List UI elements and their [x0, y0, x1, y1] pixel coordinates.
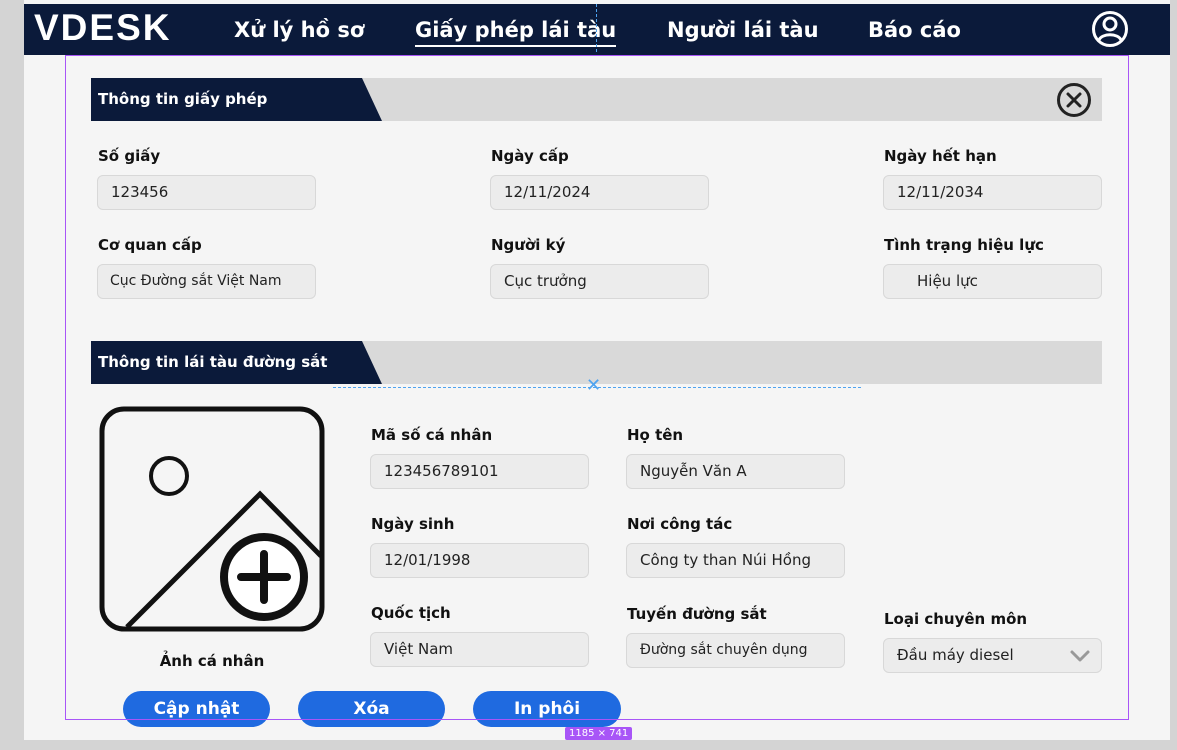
frame-size-badge: 1185 × 741: [565, 727, 633, 740]
quoc-tich-field[interactable]: Việt Nam: [370, 632, 589, 667]
print-button[interactable]: In phôi: [473, 691, 621, 727]
nav-item-giay-phep-lai-tau[interactable]: Giấy phép lái tàu: [415, 18, 617, 47]
ma-so-ca-nhan-label: Mã số cá nhân: [371, 426, 493, 444]
license-section-header: Thông tin giấy phép: [91, 78, 1102, 121]
co-quan-cap-field[interactable]: Cục Đường sắt Việt Nam: [97, 264, 316, 299]
nav-item-xu-ly-ho-so[interactable]: Xử lý hồ sơ: [234, 18, 364, 42]
design-guide-marker: ✕: [586, 375, 602, 396]
tinh-trang-hieu-luc-label: Tình trạng hiệu lực: [884, 236, 1044, 254]
nguoi-ky-field[interactable]: Cục trưởng: [490, 264, 709, 299]
ngay-sinh-field[interactable]: 12/01/1998: [370, 543, 589, 578]
loai-chuyen-mon-value: Đầu máy diesel: [897, 646, 1014, 664]
nguoi-ky-label: Người ký: [491, 236, 566, 254]
ngay-cap-field[interactable]: 12/11/2024: [490, 175, 709, 210]
ngay-cap-label: Ngày cấp: [491, 147, 569, 165]
canvas-background-left: [0, 0, 24, 750]
driver-section-title: Thông tin lái tàu đường sắt: [91, 341, 382, 384]
tinh-trang-hieu-luc-field[interactable]: Hiệu lực: [883, 264, 1102, 299]
close-icon[interactable]: [1056, 82, 1092, 118]
loai-chuyen-mon-select[interactable]: Đầu máy diesel: [883, 638, 1102, 673]
tuyen-duong-sat-field[interactable]: Đường sắt chuyên dụng: [626, 633, 845, 668]
nav-item-bao-cao[interactable]: Báo cáo: [868, 18, 961, 42]
delete-button[interactable]: Xóa: [298, 691, 445, 727]
update-button[interactable]: Cập nhật: [123, 691, 270, 727]
quoc-tich-label: Quốc tịch: [371, 604, 451, 622]
ho-ten-label: Họ tên: [627, 426, 684, 444]
ngay-het-han-field[interactable]: 12/11/2034: [883, 175, 1102, 210]
nav-item-nguoi-lai-tau[interactable]: Người lái tàu: [667, 18, 819, 42]
ngay-sinh-label: Ngày sinh: [371, 515, 455, 533]
add-photo-icon[interactable]: [99, 406, 325, 632]
photo-label: Ảnh cá nhân: [159, 652, 265, 670]
top-navigation-bar: VDESK Xử lý hồ sơ Giấy phép lái tàu Ngườ…: [24, 4, 1170, 55]
co-quan-cap-label: Cơ quan cấp: [98, 236, 202, 254]
noi-cong-tac-field[interactable]: Công ty than Núi Hồng: [626, 543, 845, 578]
canvas-background-bottom: [0, 740, 1177, 750]
tuyen-duong-sat-label: Tuyến đường sắt: [627, 605, 767, 623]
ngay-het-han-label: Ngày hết hạn: [884, 147, 997, 165]
so-giay-label: Số giấy: [98, 147, 161, 165]
ma-so-ca-nhan-field[interactable]: 123456789101: [370, 454, 589, 489]
loai-chuyen-mon-label: Loại chuyên môn: [884, 610, 1028, 628]
ho-ten-field[interactable]: Nguyễn Văn A: [626, 454, 845, 489]
canvas-background-right: [1170, 0, 1177, 750]
chevron-down-icon: [1070, 650, 1090, 662]
design-guide-vertical: [596, 4, 597, 52]
user-icon[interactable]: [1091, 10, 1129, 48]
noi-cong-tac-label: Nơi công tác: [627, 515, 733, 533]
license-section-title: Thông tin giấy phép: [91, 78, 382, 121]
so-giay-field[interactable]: 123456: [97, 175, 316, 210]
app-logo[interactable]: VDESK: [34, 7, 171, 49]
